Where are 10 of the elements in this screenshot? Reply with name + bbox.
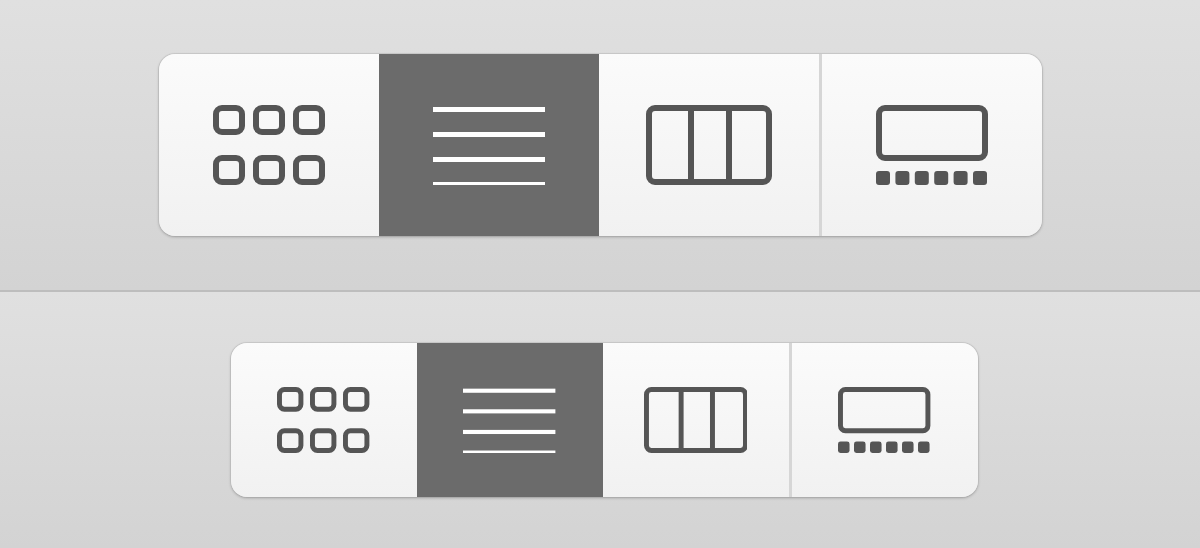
columns-icon xyxy=(643,387,748,453)
view-button[interactable] xyxy=(378,54,599,236)
grid-icon xyxy=(277,387,370,453)
list-icon xyxy=(463,387,556,453)
view-button[interactable] xyxy=(416,343,603,497)
grid-icon xyxy=(212,105,325,185)
gallery-icon xyxy=(838,387,931,453)
list-icon xyxy=(432,105,545,185)
columns-icon xyxy=(645,105,772,185)
gallery-icon xyxy=(875,105,988,185)
